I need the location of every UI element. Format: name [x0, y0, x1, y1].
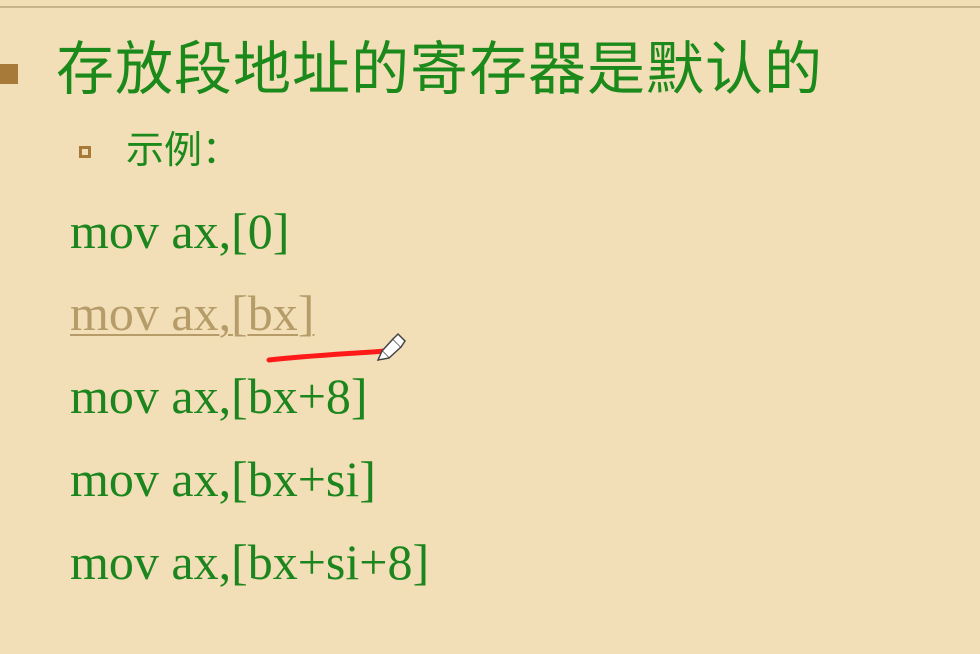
- code-example-line: mov ax,[bx+8]: [70, 368, 368, 424]
- code-example-line: mov ax,[bx+si]: [70, 451, 376, 507]
- top-divider: [0, 6, 980, 8]
- code-example-line: mov ax,[bx+si+8]: [70, 534, 430, 590]
- square-bullet-icon: [0, 64, 18, 84]
- red-annotation-stroke: [266, 332, 406, 363]
- pen-icon: [376, 332, 406, 361]
- hollow-square-bullet-icon: [79, 146, 91, 158]
- code-example-line: mov ax,[0]: [70, 203, 290, 259]
- slide-heading: 存放段地址的寄存器是默认的: [56, 35, 824, 103]
- examples-label: 示例：: [126, 128, 241, 172]
